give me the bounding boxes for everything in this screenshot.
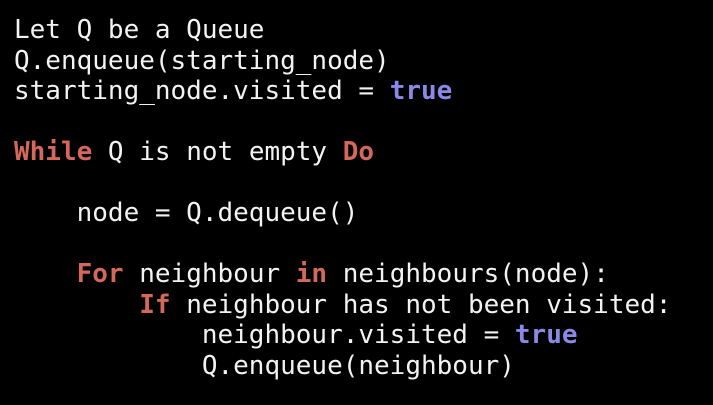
code-token: neighbour bbox=[123, 259, 296, 289]
code-token: Q is not empty bbox=[92, 137, 343, 167]
code-block: Let Q be a Queue Q.enqueue(starting_node)… bbox=[14, 15, 671, 381]
literal-token: true bbox=[514, 320, 578, 350]
code-line: While Q is not empty Do bbox=[14, 137, 671, 168]
code-line: neighbour.visited = true bbox=[14, 320, 671, 351]
code-token: starting_node.visited = bbox=[14, 76, 390, 106]
code-line: For neighbour in neighbours(node): bbox=[14, 259, 671, 290]
code-token: neighbour.visited = bbox=[14, 320, 515, 350]
code-token: Let Q be a Queue bbox=[14, 15, 265, 45]
code-token: neighbour has not been visited: bbox=[170, 289, 672, 320]
code-token: node = Q.dequeue() bbox=[14, 198, 359, 228]
code-line: node = Q.dequeue() bbox=[14, 198, 671, 229]
code-line: starting_node.visited = true bbox=[14, 76, 671, 107]
keyword-token: While bbox=[14, 137, 93, 167]
code-line: Q.enqueue(starting_node) bbox=[14, 46, 671, 77]
keyword-token: Do bbox=[342, 137, 375, 167]
code-line: Let Q be a Queue bbox=[14, 15, 671, 46]
bfs-pseudocode-slide: { "colors": { "background": "#000000", "… bbox=[0, 0, 713, 405]
code-line: If neighbour has not been visited: bbox=[14, 290, 671, 321]
keyword-token: If bbox=[139, 289, 171, 320]
code-token: Q.enqueue(starting_node) bbox=[14, 45, 390, 76]
code-token: neighbours(node): bbox=[327, 259, 609, 289]
code-token: Q.enqueue(neighbour) bbox=[14, 350, 515, 381]
literal-token: true bbox=[389, 76, 453, 106]
keyword-token: in bbox=[295, 259, 328, 289]
keyword-token: For bbox=[76, 259, 124, 289]
code-line: Q.enqueue(neighbour) bbox=[14, 351, 671, 382]
